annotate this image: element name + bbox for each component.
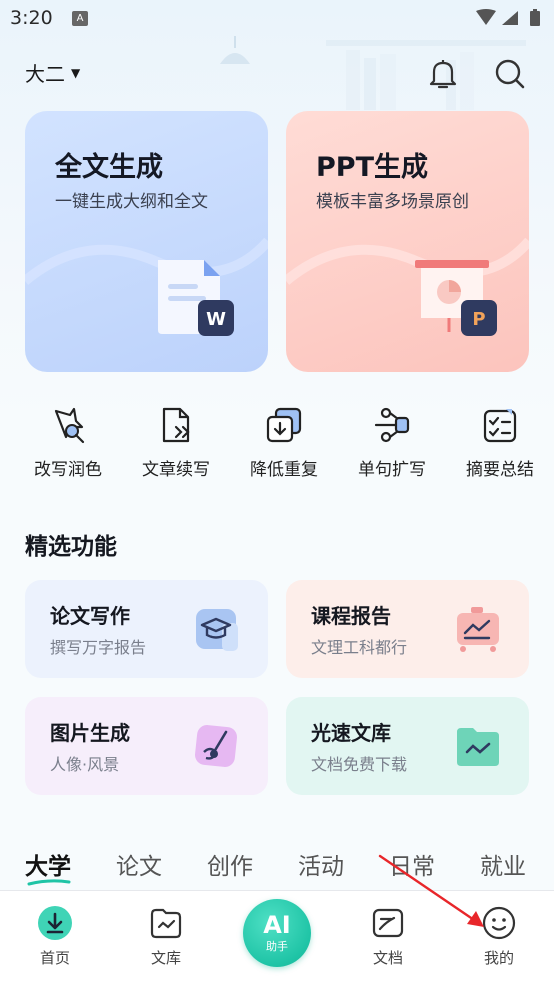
ai-button-label: AI [263,910,291,939]
presentation-chart-icon [457,607,499,652]
tab-activity[interactable]: 活动 [298,847,344,887]
tab-label: 活动 [298,854,344,880]
ppt-icon: P [415,260,497,336]
full-text-generation-card[interactable]: 全文生成 一键生成大纲和全文 W [25,111,268,372]
tool-label: 降低重复 [250,460,318,480]
magic-star-icon [54,407,85,444]
word-doc-icon: W [158,260,234,336]
tab-label: 创作 [207,854,253,880]
summary-icon [483,409,517,443]
tab-creation[interactable]: 创作 [207,847,253,887]
card-subtitle: 模板丰富多场景原创 [316,192,469,212]
nav-docs[interactable]: 文档 [348,905,428,968]
card-title: PPT生成 [316,152,428,183]
feature-title: 光速文库 [311,721,391,745]
library-icon [150,908,182,939]
tab-employment[interactable]: 就业 [480,847,526,887]
feature-course-report[interactable]: 课程报告 文理工科都行 [286,580,529,678]
signal-battery-icons [476,9,540,26]
home-download-icon [38,906,72,940]
status-bar: 3:20 A [0,0,554,40]
bell-icon[interactable] [428,58,458,90]
home-indicator [0,976,554,984]
caret-down-icon: ▼ [71,65,81,80]
document-icon [372,908,404,938]
tab-thesis[interactable]: 论文 [116,847,162,887]
nav-home[interactable]: 首页 [15,905,95,968]
bottom-navigation: 首页 文库 AI 助手 文档 我的 [0,890,554,984]
notification-badge: A [72,11,88,26]
grade-label: 大二 [25,62,65,86]
ai-button-sublabel: 助手 [266,939,288,953]
paint-brush-icon [195,725,237,767]
library-folder-icon [457,728,499,766]
tool-label: 改写润色 [34,460,102,480]
feature-subtitle: 撰写万字报告 [50,638,147,657]
quick-tools-row: 改写润色 文章续写 降低重复 单句扩写 摘要总结 [14,405,554,485]
nav-label: 我的 [483,949,514,967]
tool-label: 文章续写 [142,460,210,480]
feature-title: 论文写作 [50,604,130,628]
expand-sentence-icon [374,407,410,443]
card-subtitle: 一键生成大纲和全文 [55,192,208,212]
tool-expand-sentence[interactable]: 单句扩写 [338,405,446,485]
nav-library[interactable]: 文库 [126,905,206,968]
feature-subtitle: 文档免费下载 [311,755,408,774]
feature-thesis-writing[interactable]: 论文写作 撰写万字报告 [25,580,268,678]
card-title: 全文生成 [55,152,163,183]
ppt-generation-card[interactable]: PPT生成 模板丰富多场景原创 P [286,111,529,372]
feature-title: 图片生成 [50,721,130,745]
nav-mine[interactable]: 我的 [459,905,539,968]
tab-daily[interactable]: 日常 [389,847,435,887]
svg-text:P: P [472,309,485,330]
ai-assistant-button[interactable]: AI 助手 [243,899,311,967]
status-time: 3:20 [10,7,53,29]
smiley-profile-icon [482,906,516,940]
feature-subtitle: 人像·风景 [50,755,120,774]
tool-continue-writing[interactable]: 文章续写 [122,405,230,485]
category-tabs: 大学 论文 创作 活动 日常 就业 [25,847,554,887]
nav-label: 文档 [372,949,403,967]
tab-label: 就业 [480,854,526,880]
tab-university[interactable]: 大学 [25,847,71,887]
tool-label: 摘要总结 [466,460,534,480]
tool-rewrite[interactable]: 改写润色 [14,405,122,485]
feature-title: 课程报告 [311,604,391,628]
nav-label: 文库 [150,949,181,967]
section-title: 精选功能 [25,534,117,560]
search-icon[interactable] [494,58,526,90]
reduce-duplicate-icon [266,407,302,443]
nav-label: 首页 [39,949,70,967]
continue-writing-icon [162,407,190,443]
lamp-decoration [220,36,250,64]
tab-label: 日常 [389,854,435,880]
grade-selector[interactable]: 大二 ▼ [25,58,80,87]
graduation-cap-icon [196,609,238,651]
feature-image-generation[interactable]: 图片生成 人像·风景 [25,697,268,795]
tool-summary[interactable]: 摘要总结 [446,405,554,485]
tab-label: 论文 [116,854,162,880]
tool-label: 单句扩写 [358,460,426,480]
svg-text:W: W [206,309,226,330]
tool-reduce-duplicate[interactable]: 降低重复 [230,405,338,485]
active-tab-underline [27,879,71,886]
feature-speed-library[interactable]: 光速文库 文档免费下载 [286,697,529,795]
feature-subtitle: 文理工科都行 [311,638,408,657]
